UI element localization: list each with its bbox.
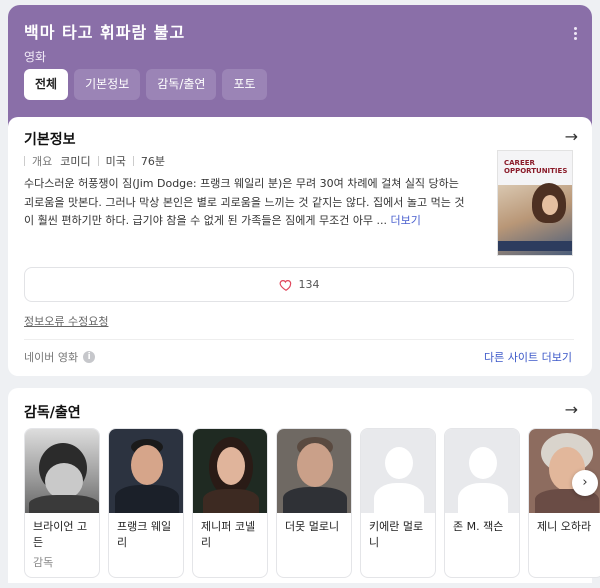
person-name: 더못 멀로니 bbox=[285, 520, 340, 533]
person-name: 키에란 멀로니 bbox=[369, 520, 424, 549]
chevron-right-icon[interactable]: › bbox=[572, 470, 598, 496]
movie-poster[interactable]: CAREER OPPORTUNITIES bbox=[497, 150, 573, 256]
report-error-link[interactable]: 정보오류 수정요청 bbox=[24, 313, 108, 329]
heart-icon bbox=[279, 279, 291, 291]
person-photo bbox=[25, 429, 99, 513]
face-shape bbox=[217, 447, 245, 485]
basic-info-card: 기본정보 → 개요 코미디 미국 76분 수다스러운 허풍쟁이 짐(Jim Do… bbox=[8, 117, 592, 376]
basic-info-title: 기본정보 bbox=[24, 132, 76, 148]
movie-synopsis: 수다스러운 허풍쟁이 짐(Jim Dodge: 프랭크 웨일리 분)은 무려 3… bbox=[24, 175, 472, 231]
silhouette-head bbox=[469, 447, 497, 479]
cast-item[interactable]: 프랭크 웨일리 bbox=[108, 428, 184, 578]
person-name: 제니퍼 코넬리 bbox=[201, 520, 256, 549]
meta-divider bbox=[132, 156, 134, 166]
cast-list: 브라이언 고든 감독 프랭크 웨일리 제니퍼 코넬리 더못 멀로니 키에란 멀로… bbox=[24, 428, 600, 578]
like-count: 134 bbox=[298, 278, 320, 291]
person-photo bbox=[109, 429, 183, 513]
cast-item[interactable]: 브라이언 고든 감독 bbox=[24, 428, 100, 578]
cast-item[interactable]: 키에란 멀로니 bbox=[360, 428, 436, 578]
source-label: 네이버 영화 bbox=[24, 351, 79, 364]
silhouette-head bbox=[385, 447, 413, 479]
cast-item[interactable]: 제니 오하라 bbox=[528, 428, 600, 578]
face-shape bbox=[297, 443, 333, 487]
tab-photo[interactable]: 포토 bbox=[222, 69, 267, 100]
silhouette-body bbox=[458, 483, 508, 513]
source-info: 네이버 영화 i bbox=[24, 349, 96, 365]
person-placeholder-icon bbox=[361, 429, 435, 513]
movie-meta: 개요 코미디 미국 76분 bbox=[24, 153, 165, 169]
body-shape bbox=[283, 487, 347, 513]
tab-cast[interactable]: 감독/출연 bbox=[146, 69, 217, 100]
arrow-right-icon[interactable]: → bbox=[565, 127, 578, 146]
more-options-icon[interactable] bbox=[572, 25, 578, 42]
meta-divider bbox=[97, 156, 99, 166]
person-photo bbox=[193, 429, 267, 513]
person-name: 존 M. 잭슨 bbox=[453, 520, 504, 533]
movie-category: 영화 bbox=[24, 50, 47, 64]
cast-item[interactable]: 존 M. 잭슨 bbox=[444, 428, 520, 578]
body-shape bbox=[29, 495, 99, 513]
person-name: 브라이언 고든 bbox=[33, 520, 88, 549]
poster-title: CAREER OPPORTUNITIES bbox=[504, 159, 568, 175]
arrow-right-icon[interactable]: → bbox=[565, 400, 578, 419]
poster-footer bbox=[498, 241, 572, 251]
like-button[interactable]: 134 bbox=[24, 267, 574, 302]
face-shape bbox=[131, 445, 163, 485]
cast-item[interactable]: 더못 멀로니 bbox=[276, 428, 352, 578]
meta-overview: 개요 bbox=[32, 155, 53, 168]
meta-country: 미국 bbox=[105, 155, 126, 168]
poster-face bbox=[542, 195, 558, 215]
divider bbox=[24, 339, 574, 340]
person-name: 프랭크 웨일리 bbox=[117, 520, 172, 549]
cast-title: 감독/출연 bbox=[24, 405, 81, 421]
person-photo bbox=[277, 429, 351, 513]
tab-bar: 전체 기본정보 감독/출연 포토 bbox=[24, 69, 267, 100]
synopsis-more-link[interactable]: 더보기 bbox=[391, 214, 421, 227]
other-sites-link[interactable]: 다른 사이트 더보기 bbox=[484, 349, 572, 365]
movie-title: 백마 타고 휘파람 불고 bbox=[24, 23, 186, 42]
person-placeholder-icon bbox=[445, 429, 519, 513]
person-role: 감독 bbox=[33, 556, 54, 569]
meta-runtime: 76분 bbox=[140, 155, 165, 168]
tab-basic-info[interactable]: 기본정보 bbox=[74, 69, 141, 100]
meta-genre: 코미디 bbox=[60, 155, 91, 168]
cast-card: 감독/출연 → 브라이언 고든 감독 프랭크 웨일리 제니퍼 코넬리 더못 멀로… bbox=[8, 388, 600, 583]
body-shape bbox=[203, 489, 259, 513]
face-shape bbox=[45, 463, 83, 499]
info-icon[interactable]: i bbox=[83, 351, 96, 363]
cast-item[interactable]: 제니퍼 코넬리 bbox=[192, 428, 268, 578]
body-shape bbox=[115, 485, 179, 513]
silhouette-body bbox=[374, 483, 424, 513]
person-name: 제니 오하라 bbox=[537, 520, 592, 533]
meta-divider bbox=[24, 156, 25, 166]
tab-all[interactable]: 전체 bbox=[24, 69, 69, 100]
